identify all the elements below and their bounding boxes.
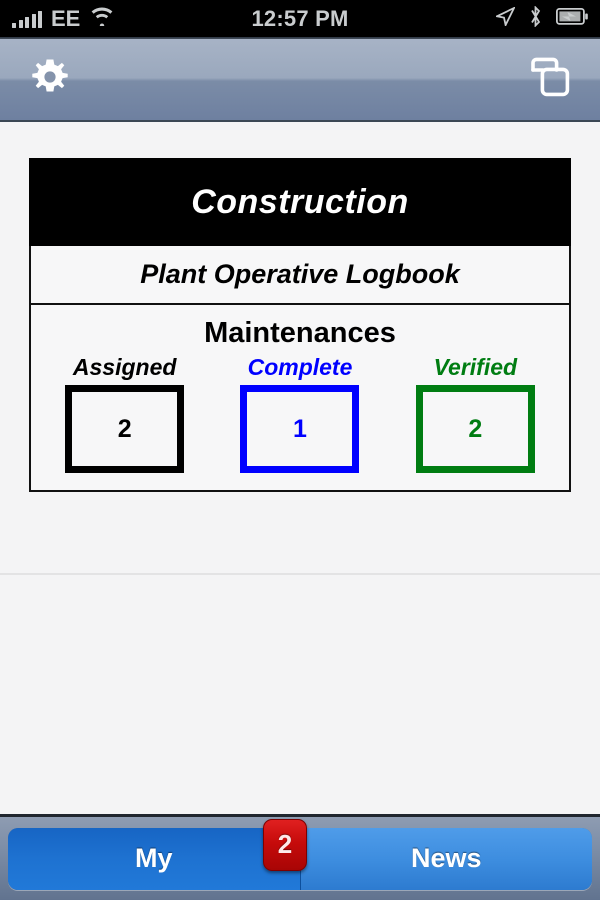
stat-verified-value[interactable]: 2 (415, 385, 535, 473)
stat-verified[interactable]: Verified 2 (388, 354, 563, 473)
settings-button[interactable] (24, 54, 76, 106)
notification-badge[interactable]: 2 (263, 818, 307, 871)
maintenance-stats-row: Assigned 2 Complete 1 Verified 2 (37, 354, 563, 473)
status-bar-right (494, 4, 588, 32)
clock-label: 12:57 PM (251, 5, 349, 31)
stat-complete[interactable]: Complete 1 (212, 354, 387, 473)
maintenances-panel: Maintenances Assigned 2 Complete 1 Verif… (29, 305, 571, 492)
bluetooth-icon (529, 4, 542, 32)
tab-my[interactable]: My (8, 827, 301, 890)
main-content: Construction Plant Operative Logbook Mai… (0, 124, 600, 814)
battery-charging-icon (555, 7, 588, 30)
status-bar: EE 12:57 PM (0, 0, 600, 37)
status-bar-left: EE (12, 6, 115, 32)
bottom-toolbar: My News 2 (0, 814, 600, 900)
tab-news-label: News (410, 843, 482, 873)
tab-my-label: My (134, 843, 173, 873)
carrier-label: EE (51, 5, 81, 31)
tab-news[interactable]: News (300, 827, 592, 890)
gear-icon (28, 55, 72, 104)
logbook-subtitle[interactable]: Plant Operative Logbook (29, 246, 571, 305)
signal-bars-icon (12, 10, 42, 28)
duplicate-button[interactable] (524, 54, 576, 106)
wifi-icon (89, 6, 115, 31)
location-arrow-icon (494, 5, 516, 31)
project-title[interactable]: Construction (29, 158, 571, 246)
stat-complete-label: Complete (247, 354, 353, 380)
section-divider (0, 573, 600, 575)
stat-verified-label: Verified (433, 354, 518, 380)
nav-bar (0, 39, 600, 122)
stat-assigned[interactable]: Assigned 2 (37, 354, 212, 473)
stat-complete-value[interactable]: 1 (240, 385, 360, 473)
segmented-control: My News 2 (8, 818, 592, 890)
stat-assigned-value[interactable]: 2 (65, 385, 185, 473)
copy-duplicate-icon (529, 56, 571, 103)
stat-assigned-label: Assigned (72, 354, 177, 380)
project-card: Construction Plant Operative Logbook Mai… (0, 124, 600, 492)
maintenances-heading: Maintenances (204, 317, 396, 349)
